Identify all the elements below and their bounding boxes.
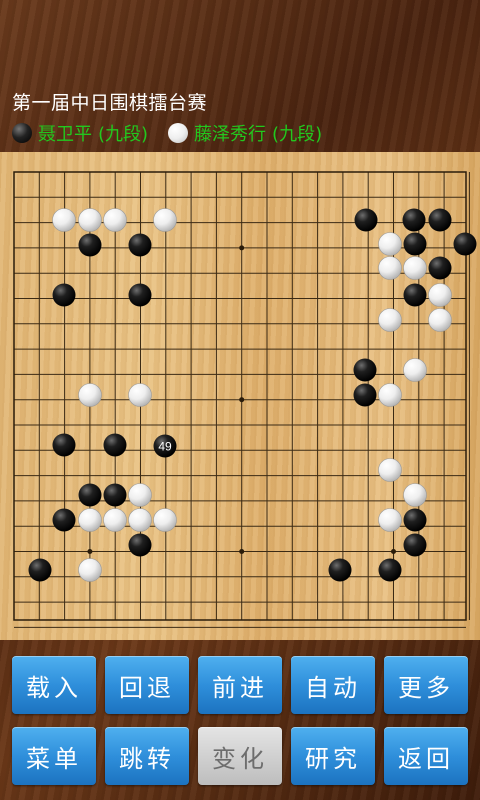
- black-stone: [52, 433, 76, 457]
- study-button[interactable]: 研究: [291, 727, 375, 785]
- auto-button[interactable]: 自动: [291, 656, 375, 714]
- black-player-rank: (九段): [98, 124, 149, 145]
- white-stone: [378, 458, 402, 482]
- black-stone: [78, 483, 102, 507]
- variation-button[interactable]: 变化: [198, 727, 282, 785]
- star-point: [239, 245, 245, 251]
- black-stone: [28, 558, 52, 582]
- black-stone: [103, 483, 127, 507]
- black-stone-icon: [12, 123, 32, 143]
- back-button[interactable]: 返回: [384, 727, 468, 785]
- white-stone: [153, 508, 177, 532]
- black-stone: [128, 533, 152, 557]
- white-stone: [78, 558, 102, 582]
- white-stone: [378, 383, 402, 407]
- white-stone: [128, 508, 152, 532]
- game-title: 第一届中日围棋擂台赛: [12, 92, 208, 114]
- black-stone: [128, 283, 152, 307]
- board-grid[interactable]: 49: [0, 152, 480, 640]
- white-stone: [403, 256, 427, 280]
- black-stone: [402, 208, 426, 232]
- white-stone: [103, 508, 127, 532]
- white-stone: [403, 358, 427, 382]
- star-point: [239, 397, 245, 403]
- white-stone-icon: [168, 123, 189, 143]
- white-stone: [378, 256, 402, 280]
- jump-button[interactable]: 跳转: [105, 727, 189, 785]
- black-stone: [353, 383, 377, 407]
- star-point: [391, 549, 396, 554]
- black-stone: [103, 433, 127, 457]
- white-stone: [78, 383, 102, 407]
- black-stone: [353, 358, 377, 382]
- go-board[interactable]: 49: [0, 152, 480, 640]
- black-stone: [428, 208, 452, 232]
- forward-button[interactable]: 前进: [198, 656, 282, 714]
- white-stone: [403, 483, 427, 507]
- black-stone: [52, 283, 76, 307]
- black-stone: [403, 283, 427, 307]
- white-stone: [103, 208, 127, 232]
- white-stone: [128, 483, 152, 507]
- black-stone: [453, 232, 477, 256]
- white-stone: [378, 308, 402, 332]
- white-stone: [153, 208, 177, 232]
- white-player-name: 藤泽秀行: [194, 124, 267, 145]
- more-button[interactable]: 更多: [384, 656, 468, 714]
- white-stone: [128, 383, 152, 407]
- black-stone: [403, 533, 427, 557]
- black-stone: [354, 208, 378, 232]
- star-point: [87, 549, 93, 554]
- white-stone: [78, 208, 102, 232]
- white-stone: [428, 283, 452, 307]
- white-stone: [78, 508, 102, 532]
- white-stone: [52, 208, 76, 232]
- white-stone: [378, 232, 402, 256]
- black-stone: [328, 558, 352, 582]
- white-stone: [378, 508, 402, 532]
- black-stone: [403, 508, 427, 532]
- menu-button[interactable]: 菜单: [12, 727, 96, 785]
- black-stone: [78, 233, 102, 257]
- black-stone: [403, 232, 427, 256]
- star-point: [239, 549, 245, 554]
- black-stone: [428, 256, 452, 280]
- black-stone: [52, 508, 76, 532]
- black-stone: [378, 558, 402, 582]
- black-stone: [128, 233, 152, 257]
- white-stone: [428, 308, 452, 332]
- load-button[interactable]: 载入: [12, 656, 96, 714]
- white-player-rank: (九段): [272, 124, 323, 145]
- move-number-label: 49: [158, 440, 172, 454]
- black-player-name: 聂卫平: [38, 124, 92, 145]
- undo-button[interactable]: 回退: [105, 656, 189, 714]
- players-bar: 聂卫平 (九段) 藤泽秀行 (九段): [12, 120, 342, 146]
